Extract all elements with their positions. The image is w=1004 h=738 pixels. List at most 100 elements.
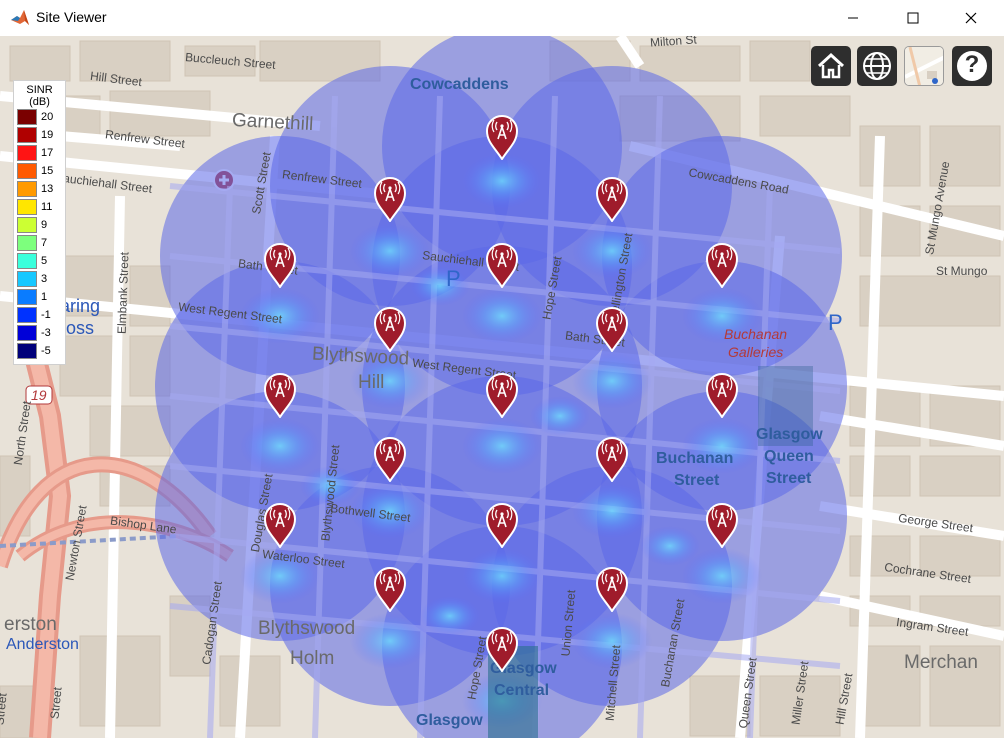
legend-label: 11 [41, 201, 53, 213]
transmitter-site-marker[interactable] [595, 566, 629, 613]
map-label: Garnethill [231, 109, 314, 136]
transmitter-site-marker[interactable] [595, 306, 629, 353]
cell-tower-icon [595, 567, 629, 613]
map-label: Glasgow [756, 426, 823, 443]
legend-unit: (dB) [29, 96, 50, 108]
cell-tower-icon [705, 243, 739, 289]
basemap-picker-button[interactable] [904, 46, 944, 86]
map-label: aring [60, 296, 101, 316]
transmitter-site-marker[interactable] [263, 242, 297, 289]
cell-tower-icon [373, 567, 407, 613]
cell-tower-icon [263, 503, 297, 549]
window-title-bar: Site Viewer [0, 0, 1004, 37]
cell-tower-icon [595, 177, 629, 223]
legend-label: 3 [41, 273, 48, 285]
transmitter-site-marker[interactable] [705, 502, 739, 549]
cell-tower-icon [373, 177, 407, 223]
cell-tower-icon [485, 503, 519, 549]
map-label: Street [766, 470, 812, 487]
cell-tower-icon [263, 373, 297, 419]
close-button[interactable] [948, 0, 994, 36]
legend-row: 17 [17, 144, 62, 162]
legend-swatch [17, 109, 37, 125]
cell-tower-icon [485, 115, 519, 161]
transmitter-site-marker[interactable] [705, 242, 739, 289]
matlab-logo-icon [11, 10, 29, 25]
globe-button[interactable] [857, 46, 897, 86]
transmitter-site-marker[interactable] [485, 242, 519, 289]
legend-swatch [17, 289, 37, 305]
legend-label: -5 [41, 345, 51, 357]
basemap-picker-icon [905, 47, 943, 85]
road-shield-label: 19 [31, 387, 47, 403]
map-label: Buchanan [656, 450, 734, 467]
legend-row: 3 [17, 270, 62, 288]
legend-swatch [17, 163, 37, 179]
minimize-button[interactable] [830, 0, 876, 36]
legend-label: 9 [41, 219, 48, 231]
transmitter-site-marker[interactable] [485, 114, 519, 161]
legend-swatch [17, 127, 37, 143]
map-canvas[interactable]: Buccleuch Street Hill Street Renfrew Str… [0, 36, 1004, 738]
legend-row: -1 [17, 306, 62, 324]
maximize-button[interactable] [890, 0, 936, 36]
legend-swatch [17, 145, 37, 161]
transmitter-site-marker[interactable] [485, 626, 519, 673]
transmitter-site-marker[interactable] [705, 372, 739, 419]
map-label: Elmbank Street [114, 251, 132, 335]
transmitter-site-marker[interactable] [485, 372, 519, 419]
transmitter-site-marker[interactable] [595, 176, 629, 223]
map-label: St Mungo [936, 264, 988, 278]
map-label: Merchan [904, 652, 978, 673]
cell-tower-icon [705, 503, 739, 549]
help-button[interactable]: ? [952, 46, 992, 86]
cell-tower-icon [705, 373, 739, 419]
legend-row: 13 [17, 180, 62, 198]
transmitter-site-marker[interactable] [373, 306, 407, 353]
transmitter-site-marker[interactable] [263, 372, 297, 419]
map-label: Glasgow [416, 712, 483, 729]
transmitter-site-marker[interactable] [263, 502, 297, 549]
map-label: Holm [290, 648, 335, 669]
legend-label: 7 [41, 237, 48, 249]
map-label: Street [674, 472, 720, 489]
transmitter-site-marker[interactable] [485, 502, 519, 549]
legend-row: 11 [17, 198, 62, 216]
cell-tower-icon [485, 627, 519, 673]
close-icon [965, 12, 977, 24]
legend-label: -3 [41, 327, 51, 339]
home-icon [817, 52, 845, 79]
window-title: Site Viewer [36, 9, 107, 25]
map-label: Blythswood [258, 618, 356, 639]
transmitter-site-marker[interactable] [373, 436, 407, 483]
map-label: Central [494, 682, 550, 699]
legend-row: 15 [17, 162, 62, 180]
transmitter-site-marker[interactable] [373, 566, 407, 613]
legend-row: 9 [17, 216, 62, 234]
legend-row: 20 [17, 108, 62, 126]
cell-tower-icon [485, 373, 519, 419]
legend-swatch [17, 307, 37, 323]
cell-tower-icon [595, 307, 629, 353]
legend-row: 5 [17, 252, 62, 270]
map-label: Galleries [728, 344, 784, 360]
legend-label: 20 [41, 111, 54, 123]
map-label: Buchanan [724, 326, 788, 342]
legend-title: SINR [26, 84, 53, 96]
home-button[interactable] [811, 46, 851, 86]
legend-swatch [17, 343, 37, 359]
map-label: Cowcaddens [410, 76, 509, 93]
maximize-icon [907, 12, 919, 24]
legend-row: 7 [17, 234, 62, 252]
legend-label: 17 [41, 147, 54, 159]
map-label: Hill [358, 372, 385, 393]
legend-swatch [17, 181, 37, 197]
legend-swatch [17, 325, 37, 341]
transmitter-site-marker[interactable] [373, 176, 407, 223]
cell-tower-icon [263, 243, 297, 289]
legend-swatch [17, 271, 37, 287]
legend-swatch [17, 217, 37, 233]
cell-tower-icon [373, 307, 407, 353]
legend-row: 19 [17, 126, 62, 144]
transmitter-site-marker[interactable] [595, 436, 629, 483]
